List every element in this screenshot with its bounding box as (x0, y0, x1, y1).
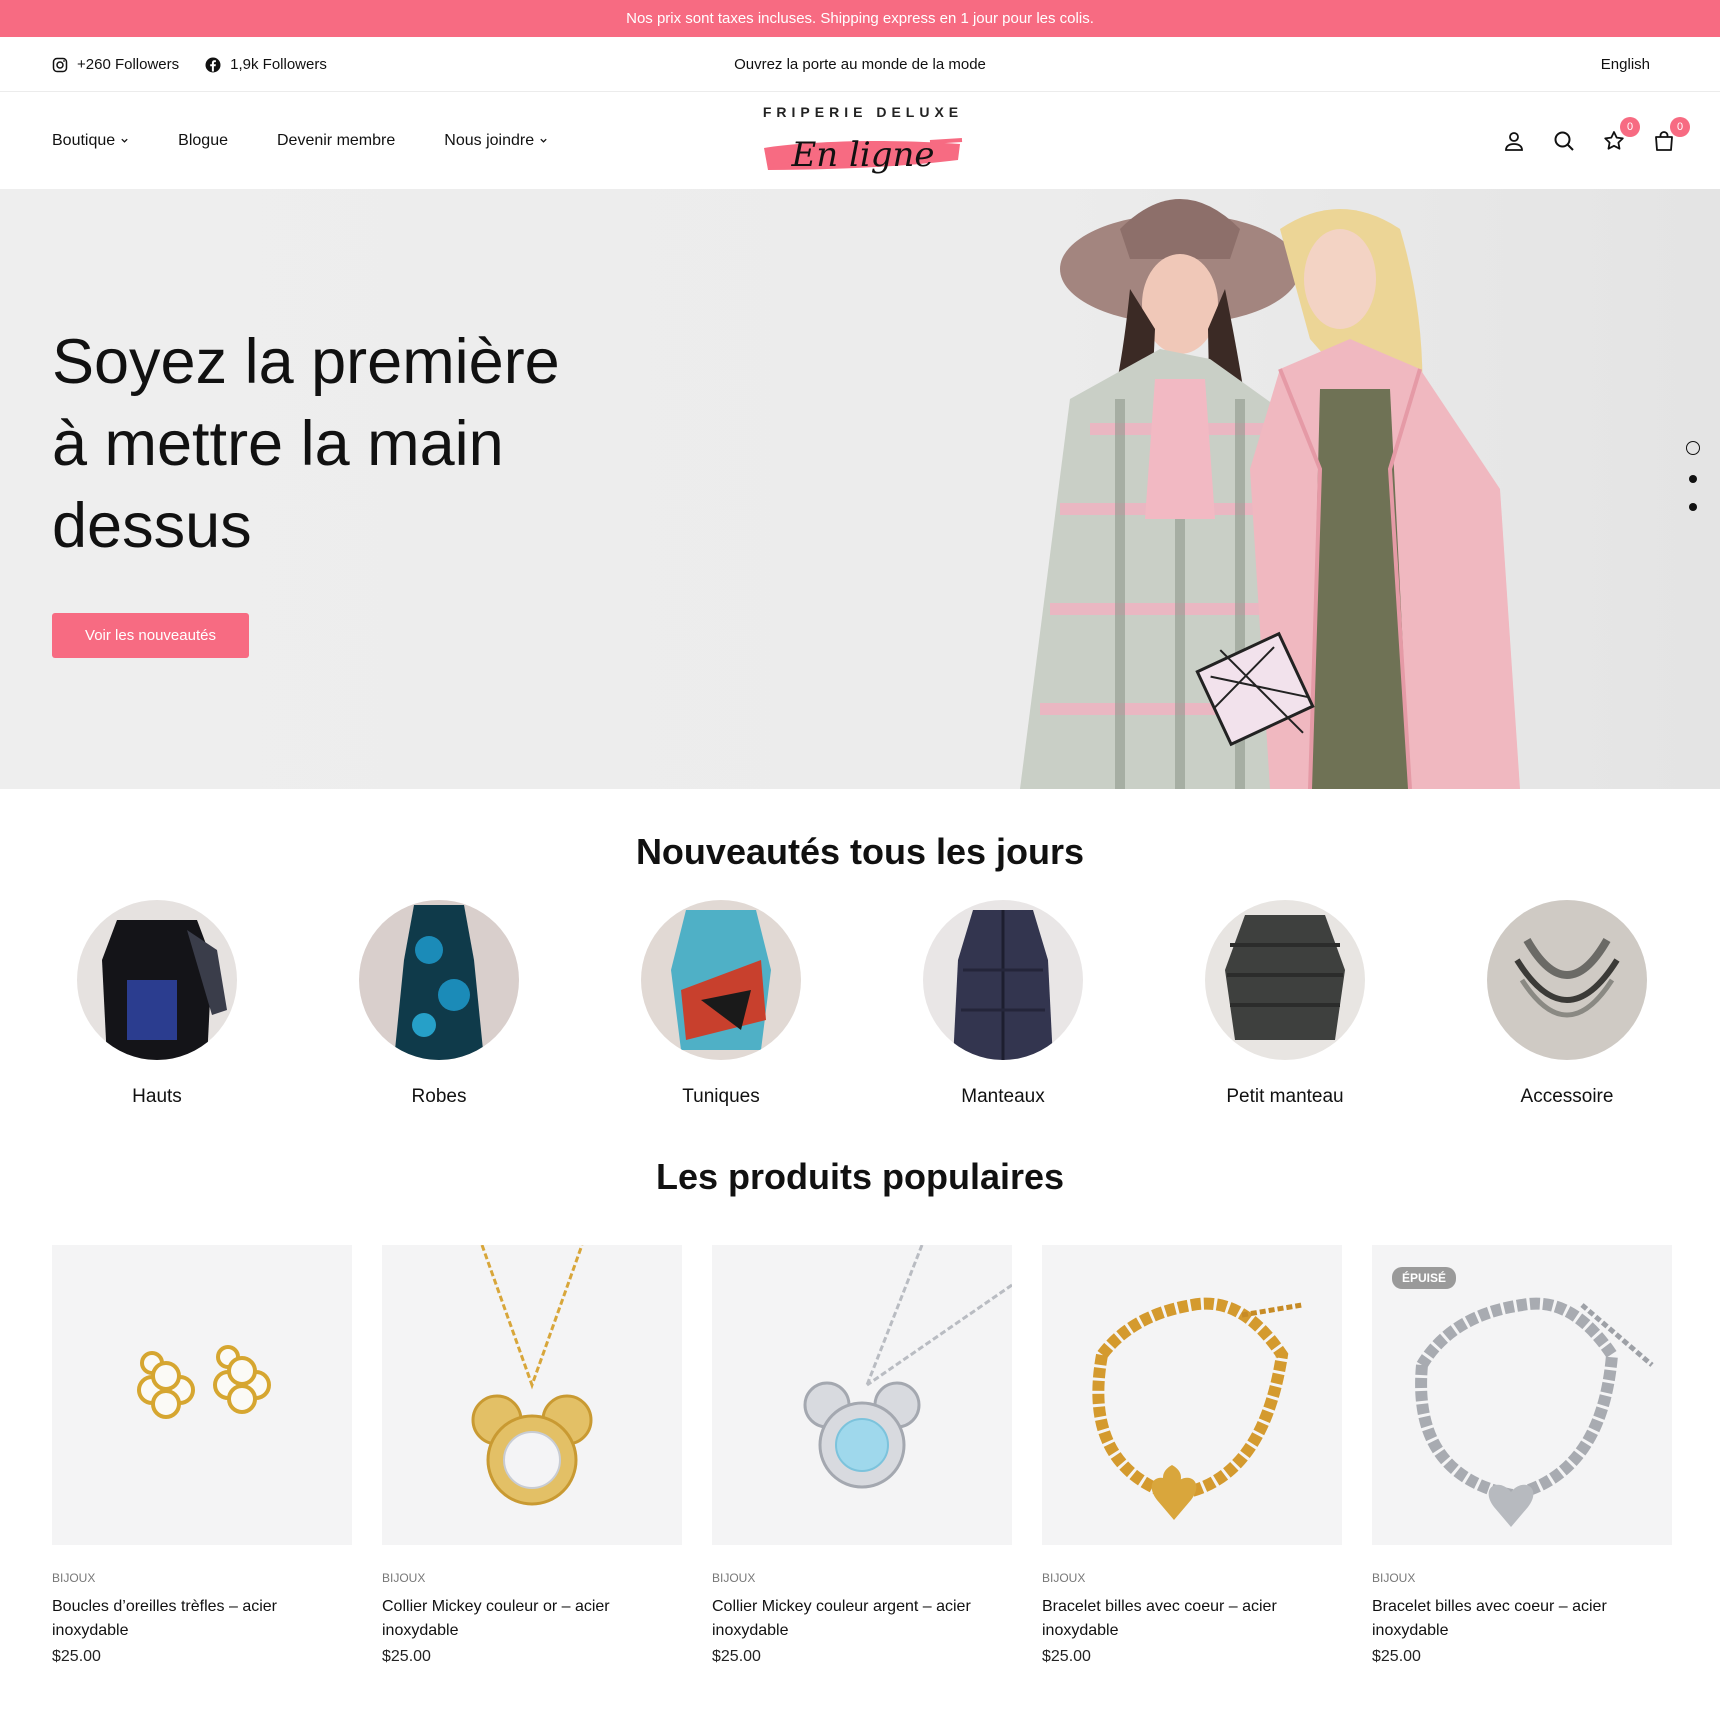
slider-dot-1[interactable] (1686, 441, 1700, 455)
product-card[interactable]: BIJOUX Bracelet billes avec coeur – acie… (1042, 1245, 1342, 1666)
logo-top-text: FRIPERIE DELUXE (762, 104, 964, 120)
main-header: Boutique Blogue Devenir membre Nous join… (0, 92, 1720, 189)
product-name: Collier Mickey couleur argent – acier in… (712, 1598, 971, 1639)
instagram-icon (52, 57, 68, 72)
facebook-icon (205, 57, 221, 72)
category-petit-manteau[interactable]: Petit manteau (1185, 900, 1385, 1108)
product-price: $25.00 (712, 1648, 761, 1665)
instagram-followers: +260 Followers (77, 56, 180, 73)
product-price: $25.00 (1042, 1648, 1091, 1665)
logo-script: En ligne (764, 135, 963, 175)
hero-title: Soyez la première à mettre la main dessu… (52, 327, 560, 561)
chevron-down-icon (121, 138, 128, 143)
product-image (52, 1245, 352, 1545)
hero-banner: Soyez la première à mettre la main dessu… (0, 189, 1720, 789)
announcement-text: Nos prix sont taxes incluses. Shipping e… (626, 10, 1094, 27)
product-category: BIJOUX (1372, 1571, 1416, 1585)
nav-item-boutique[interactable]: Boutique (52, 132, 129, 150)
user-icon (1505, 131, 1523, 151)
product-price: $25.00 (52, 1648, 101, 1665)
product-name: Bracelet billes avec coeur – acier inoxy… (1372, 1598, 1607, 1639)
logo-script-text: En ligne (790, 135, 934, 175)
product-name: Boucles d’oreilles trèfles – acier inoxy… (52, 1598, 277, 1639)
product-card[interactable]: BIJOUX Boucles d’oreilles trèfles – acie… (52, 1245, 352, 1666)
product-price: $25.00 (1372, 1648, 1421, 1665)
tagline-text: Ouvrez la porte au monde de la mode (734, 56, 986, 73)
language-switcher[interactable]: English (1601, 37, 1650, 92)
category-label: Accessoire (1520, 1086, 1614, 1107)
nav-label: Nous joindre (444, 131, 535, 149)
category-list: Hauts Robes Tuniques Manteaux Petit mant… (0, 900, 1720, 1120)
product-card[interactable]: ÉPUISÉ BIJOUX Bracelet billes avec coeur… (1372, 1245, 1672, 1666)
product-name: Bracelet billes avec coeur – acier inoxy… (1042, 1598, 1277, 1639)
category-tuniques[interactable]: Tuniques (621, 900, 821, 1108)
instagram-link[interactable]: +260 Followers (52, 56, 179, 73)
category-label: Manteaux (961, 1086, 1045, 1107)
cart-button[interactable]: 0 (1652, 116, 1690, 153)
nav-item-devenir-membre[interactable]: Devenir membre (277, 132, 395, 150)
category-label: Robes (411, 1086, 467, 1107)
category-hauts[interactable]: Hauts (57, 900, 257, 1108)
wishlist-count-badge: 0 (1620, 116, 1640, 137)
wishlist-button[interactable]: 0 (1602, 116, 1640, 153)
categories-title: Nouveautés tous les jours (635, 831, 1085, 872)
category-image (641, 900, 801, 1060)
category-accessoire[interactable]: Accessoire (1467, 900, 1667, 1108)
category-image (359, 900, 519, 1060)
slider-dot-2[interactable] (1689, 475, 1697, 483)
product-category: BIJOUX (52, 1571, 96, 1585)
social-links: +260 Followers 1,9k Followers (52, 37, 327, 92)
product-card[interactable]: BIJOUX Collier Mickey couleur argent – a… (712, 1245, 1012, 1666)
product-image: ÉPUISÉ (1372, 1245, 1672, 1545)
category-image (1487, 900, 1647, 1060)
product-image (1042, 1245, 1342, 1545)
hero-models-image (1020, 199, 1520, 789)
product-card[interactable]: BIJOUX Collier Mickey couleur or – acier… (382, 1245, 682, 1666)
category-robes[interactable]: Robes (339, 900, 539, 1108)
account-button[interactable] (1502, 129, 1526, 153)
header-icons: 0 0 (1502, 92, 1690, 189)
hero-cta-button[interactable]: Voir les nouveautés (52, 613, 249, 658)
search-button[interactable] (1552, 129, 1576, 153)
chevron-down-icon (540, 138, 547, 143)
product-image (382, 1245, 682, 1545)
product-price: $25.00 (382, 1648, 431, 1665)
site-logo[interactable]: FRIPERIE DELUXE En ligne (760, 102, 966, 182)
nav-label: Devenir membre (277, 131, 396, 149)
category-manteaux[interactable]: Manteaux (903, 900, 1103, 1108)
product-grid: BIJOUX Boucles d’oreilles trèfles – acie… (52, 1245, 1672, 1685)
cart-count-badge: 0 (1670, 116, 1690, 137)
nav-item-blogue[interactable]: Blogue (178, 132, 228, 150)
popular-title: Les produits populaires (655, 1156, 1065, 1197)
slider-dots (1686, 441, 1700, 511)
category-image (1205, 900, 1365, 1060)
category-label: Petit manteau (1226, 1086, 1344, 1107)
category-label: Hauts (132, 1086, 182, 1107)
main-nav: Boutique Blogue Devenir membre Nous join… (52, 92, 548, 189)
search-icon (1554, 131, 1574, 151)
product-category: BIJOUX (382, 1571, 426, 1585)
category-label: Tuniques (682, 1086, 760, 1107)
product-category: BIJOUX (1042, 1571, 1086, 1585)
product-name: Collier Mickey couleur or – acier inoxyd… (382, 1598, 610, 1639)
category-image (923, 900, 1083, 1060)
slider-dot-3[interactable] (1689, 503, 1697, 511)
sold-out-badge: ÉPUISÉ (1392, 1267, 1457, 1289)
product-image (712, 1245, 1012, 1545)
category-image (77, 900, 237, 1060)
nav-label: Blogue (178, 131, 228, 149)
nav-label: Boutique (52, 131, 116, 149)
product-category: BIJOUX (712, 1571, 756, 1585)
facebook-link[interactable]: 1,9k Followers (205, 56, 327, 73)
facebook-followers: 1,9k Followers (230, 56, 327, 73)
announcement-bar: Nos prix sont taxes incluses. Shipping e… (0, 0, 1720, 37)
top-bar: +260 Followers 1,9k Followers Ouvrez la … (0, 37, 1720, 92)
nav-item-nous-joindre[interactable]: Nous joindre (444, 132, 548, 150)
